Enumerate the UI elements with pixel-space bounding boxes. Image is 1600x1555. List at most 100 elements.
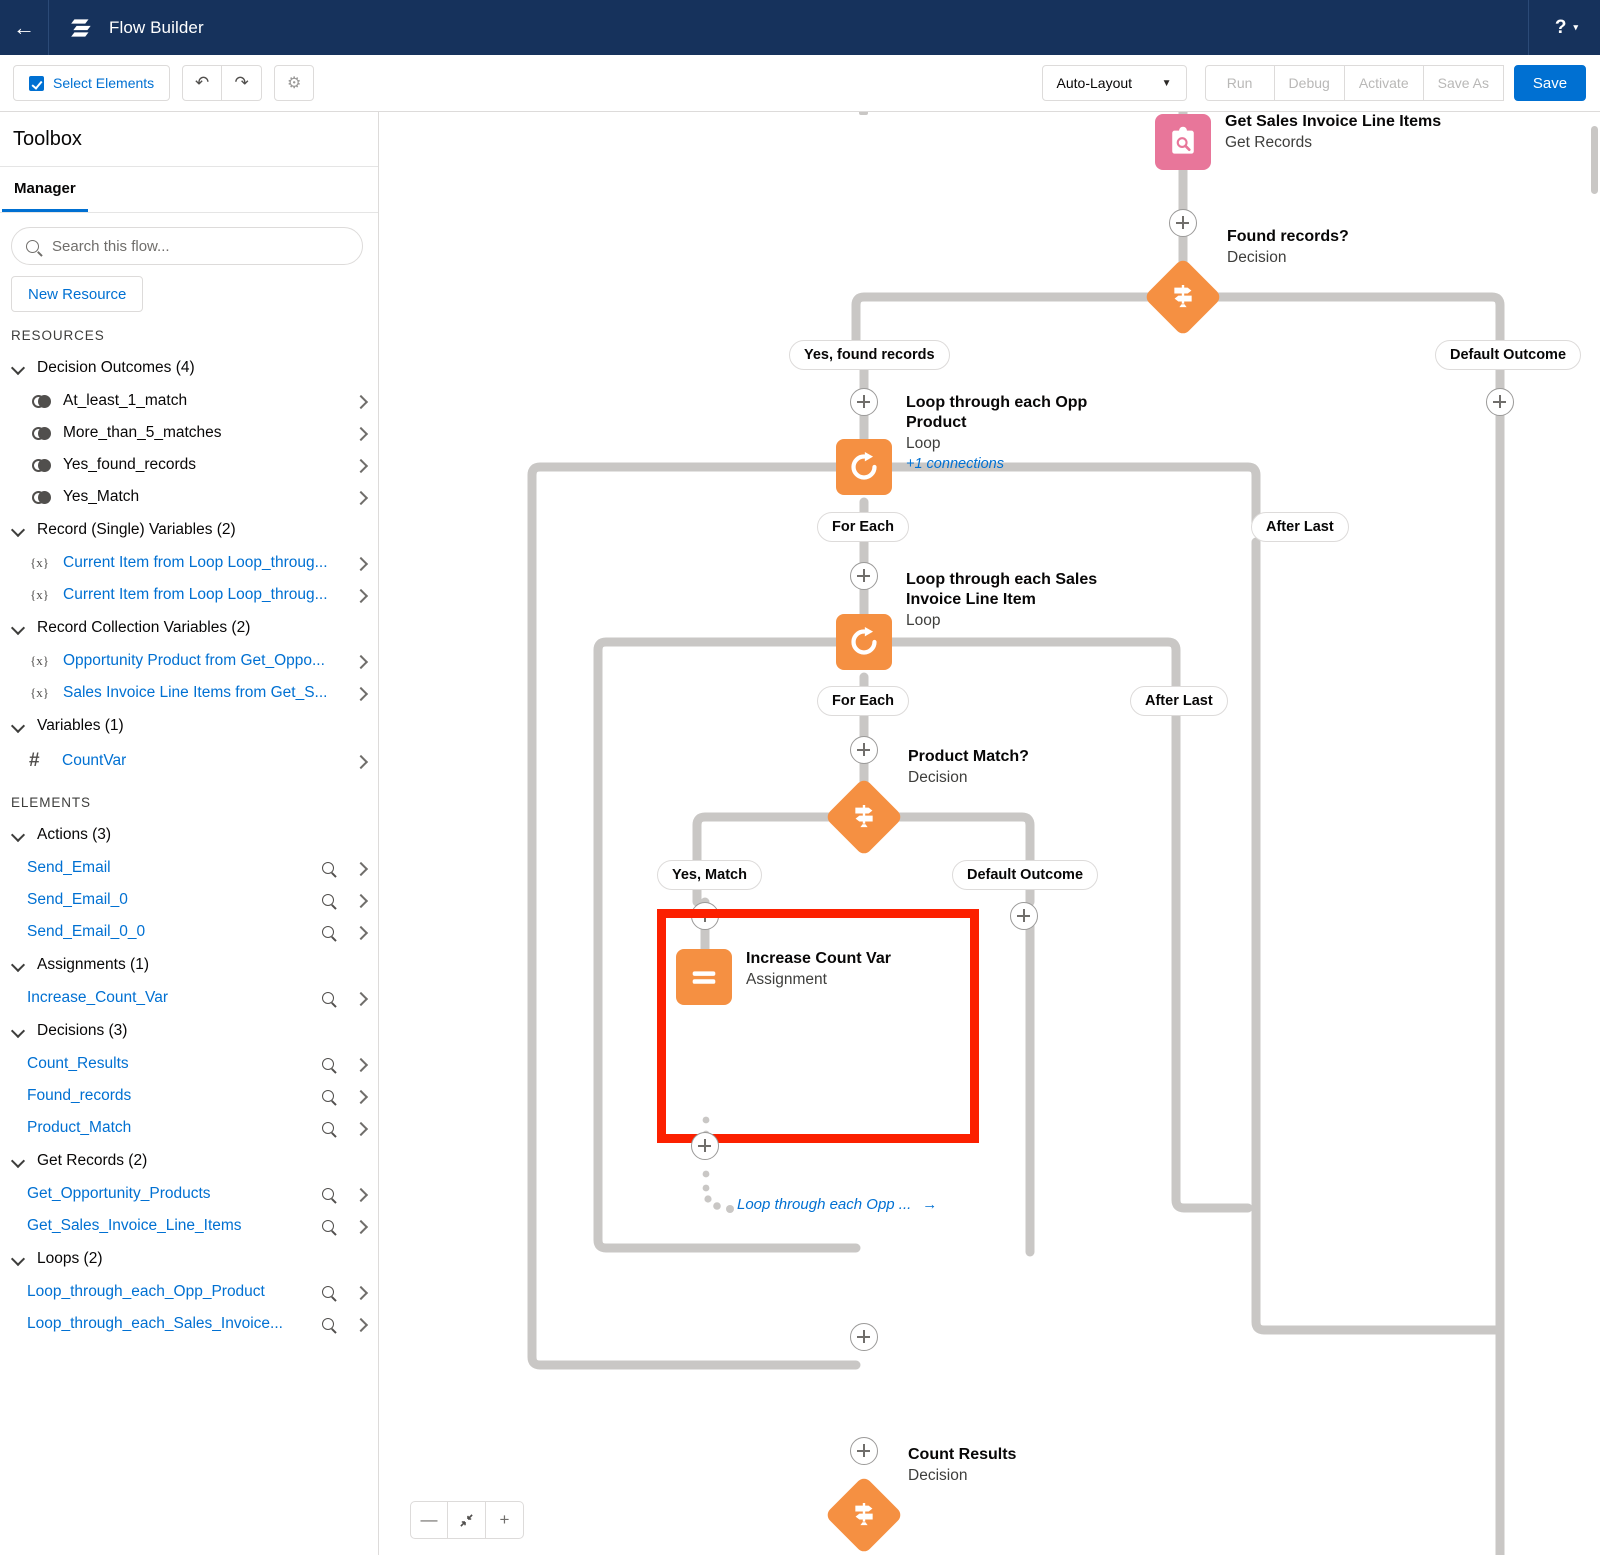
element-item[interactable]: Send_Email_0 bbox=[0, 884, 378, 916]
element-group-header[interactable]: Loops (2) bbox=[0, 1242, 378, 1276]
settings-gear-button[interactable]: ⚙ bbox=[274, 65, 315, 101]
node-found-records[interactable]: Found records? Decision bbox=[1143, 228, 1349, 337]
search-input[interactable] bbox=[50, 236, 348, 256]
node-name: Increase Count Var bbox=[746, 950, 891, 967]
back-arrow-icon[interactable]: ← bbox=[0, 0, 48, 55]
element-group-header[interactable]: Actions (3) bbox=[0, 818, 378, 852]
new-resource-button[interactable]: New Resource bbox=[11, 276, 144, 312]
add-element-button[interactable] bbox=[1169, 209, 1197, 237]
element-item[interactable]: Found_records bbox=[0, 1080, 378, 1112]
flow-actions-group: Run Debug Activate Save As bbox=[1204, 65, 1504, 101]
tab-manager[interactable]: Manager bbox=[2, 167, 88, 212]
zoom-fit-button[interactable] bbox=[448, 1501, 486, 1539]
element-item[interactable]: Increase_Count_Var bbox=[0, 982, 378, 1014]
node-product-match[interactable]: Product Match? Decision bbox=[824, 748, 1029, 857]
chevron-down-icon bbox=[12, 829, 25, 842]
search-icon[interactable] bbox=[322, 1220, 334, 1232]
element-item[interactable]: Get_Sales_Invoice_Line_Items bbox=[0, 1210, 378, 1242]
add-element-button[interactable] bbox=[1486, 388, 1514, 416]
select-elements-button[interactable]: Select Elements bbox=[13, 65, 171, 101]
element-group-header[interactable]: Get Records (2) bbox=[0, 1144, 378, 1178]
resource-item[interactable]: {x} Opportunity Product from Get_Oppo... bbox=[0, 645, 378, 677]
save-as-button[interactable]: Save As bbox=[1423, 65, 1504, 101]
add-element-button[interactable] bbox=[691, 1132, 719, 1160]
activate-button[interactable]: Activate bbox=[1344, 65, 1424, 101]
element-item[interactable]: Loop_through_each_Opp_Product bbox=[0, 1276, 378, 1308]
element-group-label: Loops (2) bbox=[37, 1250, 103, 1267]
resource-item[interactable]: {x} Sales Invoice Line Items from Get_S..… bbox=[0, 677, 378, 709]
search-icon[interactable] bbox=[322, 1318, 334, 1330]
element-group-header[interactable]: Decisions (3) bbox=[0, 1014, 378, 1048]
search-icon[interactable] bbox=[322, 1090, 334, 1102]
variable-icon: {x} bbox=[30, 555, 49, 570]
resource-group-header[interactable]: Decision Outcomes (4) bbox=[0, 351, 378, 385]
resource-item[interactable]: Yes_Match bbox=[0, 481, 378, 513]
resource-item[interactable]: At_least_1_match bbox=[0, 385, 378, 417]
add-element-button[interactable] bbox=[850, 1437, 878, 1465]
resource-item-label: Current Item from Loop Loop_throug... bbox=[63, 554, 328, 571]
search-box[interactable] bbox=[11, 227, 363, 265]
node-increase-count-var[interactable]: Increase Count Var Assignment bbox=[676, 949, 891, 1005]
node-connections-link[interactable]: +1 connections bbox=[906, 454, 1116, 474]
resource-item[interactable]: Yes_found_records bbox=[0, 449, 378, 481]
search-icon[interactable] bbox=[322, 1188, 334, 1200]
node-count-results[interactable]: Count Results Decision bbox=[824, 1446, 1016, 1555]
element-group-header[interactable]: Assignments (1) bbox=[0, 948, 378, 982]
resource-group-header[interactable]: Record (Single) Variables (2) bbox=[0, 513, 378, 547]
add-element-button[interactable] bbox=[850, 1323, 878, 1351]
node-label-group: Loop through each Opp Product Loop +1 co… bbox=[906, 393, 1116, 474]
node-get-sales-invoice-line-items[interactable]: Get Sales Invoice Line Items Get Records bbox=[1155, 113, 1441, 170]
undo-button[interactable]: ↶ bbox=[182, 65, 223, 101]
new-resource-wrap: New Resource bbox=[0, 265, 378, 312]
resource-item[interactable]: {x} Current Item from Loop Loop_throug... bbox=[0, 547, 378, 579]
search-icon[interactable] bbox=[322, 862, 334, 874]
search-icon[interactable] bbox=[322, 926, 334, 938]
goto-loop-link[interactable]: Loop through each Opp ... → bbox=[737, 1196, 937, 1213]
resource-group-header[interactable]: Record Collection Variables (2) bbox=[0, 611, 378, 645]
save-button[interactable]: Save bbox=[1514, 65, 1586, 101]
node-loop-through-each-sales-invoice-line-item[interactable]: Loop through each Sales Invoice Line Ite… bbox=[836, 571, 1097, 670]
resource-item[interactable]: {x} Current Item from Loop Loop_throug... bbox=[0, 579, 378, 611]
branch-label-yes-match: Yes, Match bbox=[657, 860, 762, 890]
element-item[interactable]: Send_Email_0_0 bbox=[0, 916, 378, 948]
run-button[interactable]: Run bbox=[1204, 65, 1275, 101]
element-item[interactable]: Product_Match bbox=[0, 1112, 378, 1144]
chevron-right-icon bbox=[355, 1287, 366, 1298]
zoom-in-button[interactable]: + bbox=[486, 1501, 524, 1539]
resource-item[interactable]: More_than_5_matches bbox=[0, 417, 378, 449]
add-element-button[interactable] bbox=[850, 736, 878, 764]
search-icon[interactable] bbox=[322, 1122, 334, 1134]
undo-redo-group: ↶ ↷ bbox=[182, 65, 263, 101]
zoom-out-button[interactable]: — bbox=[410, 1501, 448, 1539]
element-item-label: Get_Sales_Invoice_Line_Items bbox=[27, 1217, 242, 1234]
search-icon[interactable] bbox=[322, 894, 334, 906]
debug-button[interactable]: Debug bbox=[1274, 65, 1345, 101]
search-wrap bbox=[0, 213, 378, 265]
node-name: Found records? bbox=[1227, 228, 1349, 245]
element-item[interactable]: Count_Results bbox=[0, 1048, 378, 1080]
node-label-group: Get Sales Invoice Line Items Get Records bbox=[1225, 112, 1455, 153]
node-label-group: Found records? Decision bbox=[1227, 227, 1457, 268]
flow-canvas[interactable]: Get Sales Invoice Line Items Get Records… bbox=[380, 112, 1600, 1555]
add-element-button[interactable] bbox=[850, 562, 878, 590]
element-item[interactable]: Get_Opportunity_Products bbox=[0, 1178, 378, 1210]
element-item[interactable]: Send_Email bbox=[0, 852, 378, 884]
element-item[interactable]: Loop_through_each_Sales_Invoice... bbox=[0, 1308, 378, 1340]
resource-group-header[interactable]: Variables (1) bbox=[0, 709, 378, 743]
node-loop-through-each-opp-product[interactable]: Loop through each Opp Product Loop +1 co… bbox=[836, 394, 1087, 495]
search-icon[interactable] bbox=[322, 992, 334, 1004]
help-menu-button[interactable]: ? ▾ bbox=[1529, 0, 1600, 55]
node-name: Product Match? bbox=[908, 748, 1029, 765]
resource-item-label: Opportunity Product from Get_Oppo... bbox=[63, 652, 325, 669]
search-icon[interactable] bbox=[322, 1286, 334, 1298]
add-element-button[interactable] bbox=[850, 388, 878, 416]
redo-button[interactable]: ↷ bbox=[222, 65, 263, 101]
resource-item[interactable]: # CountVar bbox=[0, 743, 378, 779]
add-element-button[interactable] bbox=[1010, 902, 1038, 930]
resources-list: Decision Outcomes (4) At_least_1_match Mor… bbox=[0, 351, 378, 779]
branch-label-yes-found-records: Yes, found records bbox=[789, 340, 950, 370]
chevron-right-icon bbox=[355, 1189, 366, 1200]
layout-mode-select[interactable]: Auto-Layout ▼ bbox=[1041, 65, 1187, 101]
search-icon[interactable] bbox=[322, 1058, 334, 1070]
node-type: Decision bbox=[908, 1467, 968, 1484]
